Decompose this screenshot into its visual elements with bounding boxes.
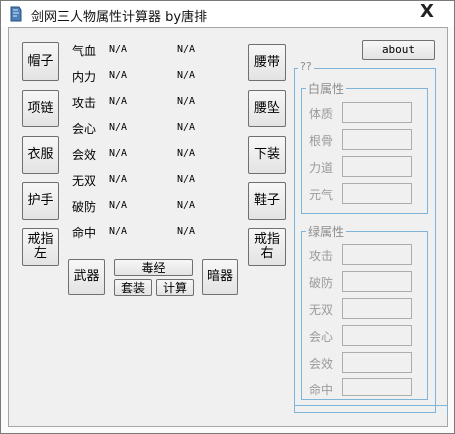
equip-necklace-button[interactable]: 项链 <box>22 90 59 127</box>
attributes-group-title: ?? <box>298 60 314 73</box>
stat-label-crit-effect: 会效 <box>72 148 97 162</box>
equip-hat-button[interactable]: 帽子 <box>22 42 59 81</box>
equip-shoes-button[interactable]: 鞋子 <box>248 182 286 220</box>
white-attr-label-spirit: 根骨 <box>309 134 334 148</box>
set-button[interactable]: 套装 <box>114 279 152 296</box>
stat-value-hit-1: N/A <box>109 226 128 237</box>
equip-pendant-button[interactable]: 腰坠 <box>248 90 286 127</box>
equip-pants-button[interactable]: 下装 <box>248 136 286 174</box>
green-attr-field-crit-effect[interactable] <box>342 352 412 373</box>
green-attr-field-crit[interactable] <box>342 325 412 346</box>
stat-value-overcome-2: N/A <box>177 200 196 211</box>
stat-label-strain: 无双 <box>72 174 97 188</box>
stat-label-hit: 命中 <box>72 226 97 240</box>
stat-value-hit-2: N/A <box>177 226 196 237</box>
white-attr-label-strength: 力道 <box>309 161 334 175</box>
stat-value-attack-1: N/A <box>109 96 128 107</box>
equip-gloves-button[interactable]: 护手 <box>22 182 59 220</box>
stat-value-crit-effect-1: N/A <box>109 148 128 159</box>
white-attr-label-constitution: 体质 <box>309 107 334 121</box>
stat-value-mana-1: N/A <box>109 70 128 81</box>
school-select-button[interactable]: 毒经 <box>114 259 193 276</box>
stat-value-strain-2: N/A <box>177 174 196 185</box>
stat-label-crit: 会心 <box>72 122 97 136</box>
stat-value-overcome-1: N/A <box>109 200 128 211</box>
window-title: 剑网三人物属性计算器 by唐排 <box>31 10 208 25</box>
green-attr-label-hit: 命中 <box>309 383 334 397</box>
stat-value-crit-2: N/A <box>177 122 196 133</box>
white-attr-field-constitution[interactable] <box>342 102 412 123</box>
equip-clothes-button[interactable]: 衣服 <box>22 136 59 174</box>
white-attr-field-strength[interactable] <box>342 156 412 177</box>
weapon-button[interactable]: 武器 <box>68 259 105 295</box>
white-attributes-title: 白属性 <box>306 80 347 97</box>
about-button[interactable]: about <box>362 40 435 60</box>
stat-value-mana-2: N/A <box>177 70 196 81</box>
close-button[interactable]: X <box>415 2 439 24</box>
green-attributes-title: 绿属性 <box>306 223 347 240</box>
stat-label-mana: 内力 <box>72 70 97 84</box>
green-attr-field-strain[interactable] <box>342 298 412 319</box>
stat-label-overcome: 破防 <box>72 200 97 214</box>
equip-ring-left-button[interactable]: 戒指左 <box>22 228 59 266</box>
app-window: 剑网三人物属性计算器 by唐排 X 帽子 项链 衣服 护手 戒指左 气血 N/A… <box>0 0 455 434</box>
white-attr-field-spunk[interactable] <box>342 183 412 204</box>
green-attr-field-attack[interactable] <box>342 244 412 265</box>
stat-value-crit-effect-2: N/A <box>177 148 196 159</box>
stat-label-health: 气血 <box>72 44 97 58</box>
green-attr-label-crit-effect: 会效 <box>309 357 334 371</box>
stat-value-health-1: N/A <box>109 44 128 55</box>
green-attr-label-overcome: 破防 <box>309 276 334 290</box>
white-attr-label-spunk: 元气 <box>309 188 334 202</box>
app-icon <box>10 6 22 22</box>
stat-value-crit-1: N/A <box>109 122 128 133</box>
green-attr-label-strain: 无双 <box>309 303 334 317</box>
stat-value-health-2: N/A <box>177 44 196 55</box>
green-attr-label-crit: 会心 <box>309 330 334 344</box>
stat-label-attack: 攻击 <box>72 96 97 110</box>
hidden-weapon-button[interactable]: 暗器 <box>202 259 238 295</box>
equip-belt-button[interactable]: 腰带 <box>248 44 286 81</box>
green-attr-field-overcome[interactable] <box>342 271 412 292</box>
white-attr-field-spirit[interactable] <box>342 129 412 150</box>
attributes-group-extension <box>294 405 448 415</box>
green-attr-field-hit[interactable] <box>342 378 412 396</box>
green-attr-label-attack: 攻击 <box>309 249 334 263</box>
calculate-button[interactable]: 计算 <box>156 279 194 296</box>
stat-value-attack-2: N/A <box>177 96 196 107</box>
title-bar: 剑网三人物属性计算器 by唐排 X <box>1 1 454 27</box>
stat-value-strain-1: N/A <box>109 174 128 185</box>
equip-ring-right-button[interactable]: 戒指右 <box>248 228 286 266</box>
